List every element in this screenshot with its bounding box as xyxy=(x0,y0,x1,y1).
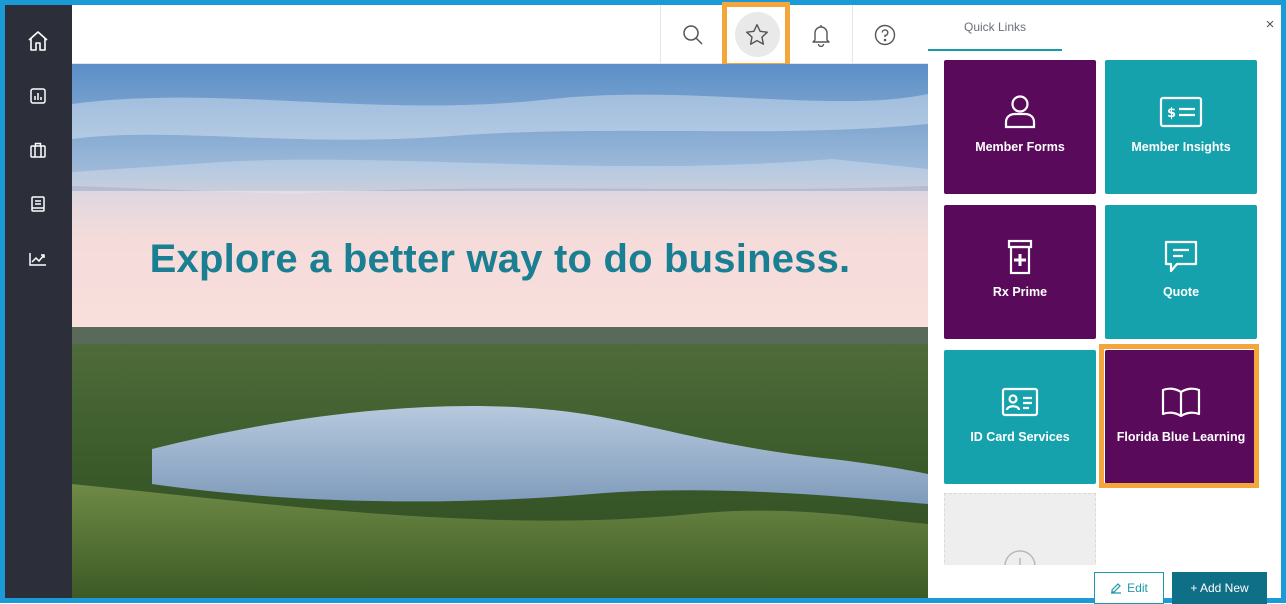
quick-link-florida-blue-learning[interactable]: Florida Blue Learning xyxy=(1105,350,1257,484)
edit-label: Edit xyxy=(1127,581,1148,595)
hero-headline: Explore a better way to do business. xyxy=(149,236,851,281)
quick-links-panel: Quick Links × Member Forms $ Member Insi… xyxy=(928,5,1281,604)
help-icon xyxy=(874,24,895,45)
briefcase-icon xyxy=(30,142,46,158)
notifications-button[interactable] xyxy=(788,5,852,64)
book-icon xyxy=(31,196,45,212)
add-new-label: + Add New xyxy=(1190,581,1249,595)
search-button[interactable] xyxy=(660,5,724,64)
pill-bottle-icon xyxy=(1007,239,1033,275)
add-quick-link-placeholder[interactable] xyxy=(944,493,1096,573)
quick-link-id-card-services[interactable]: ID Card Services xyxy=(944,350,1096,484)
open-book-icon xyxy=(1161,387,1201,418)
sidebar-item-reports[interactable] xyxy=(24,82,52,110)
bell-icon xyxy=(811,24,830,47)
tab-quick-links[interactable]: Quick Links xyxy=(928,5,1062,51)
user-icon xyxy=(1004,95,1036,129)
svg-text:$: $ xyxy=(1167,106,1176,121)
hero-text-band: Explore a better way to do business. xyxy=(72,191,928,327)
home-icon xyxy=(28,31,48,51)
edit-icon xyxy=(1111,583,1122,594)
top-toolbar xyxy=(72,5,928,64)
hero-banner: Explore a better way to do business. xyxy=(72,64,928,598)
help-button[interactable] xyxy=(852,5,916,64)
bar-chart-icon xyxy=(30,88,46,104)
edit-button[interactable]: Edit xyxy=(1094,572,1164,604)
sidebar xyxy=(5,5,72,598)
quick-link-member-insights[interactable]: $ Member Insights xyxy=(1105,60,1257,194)
sidebar-item-library[interactable] xyxy=(24,190,52,218)
trend-chart-icon xyxy=(29,253,46,266)
star-icon xyxy=(745,23,768,45)
landscape-image xyxy=(72,64,928,598)
quick-link-rx-prime[interactable]: Rx Prime xyxy=(944,205,1096,339)
sidebar-item-home[interactable] xyxy=(24,27,52,55)
id-card-icon xyxy=(1001,387,1039,417)
quick-link-member-forms[interactable]: Member Forms xyxy=(944,60,1096,194)
favorites-button[interactable] xyxy=(724,5,788,64)
dollar-card-icon: $ xyxy=(1159,96,1203,128)
sidebar-item-business[interactable] xyxy=(24,136,52,164)
sidebar-item-analytics[interactable] xyxy=(24,245,52,273)
chat-icon xyxy=(1164,240,1198,273)
add-new-button[interactable]: + Add New xyxy=(1172,572,1267,604)
quick-link-quote[interactable]: Quote xyxy=(1105,205,1257,339)
search-icon xyxy=(682,24,703,45)
close-panel-button[interactable]: × xyxy=(1263,17,1277,33)
